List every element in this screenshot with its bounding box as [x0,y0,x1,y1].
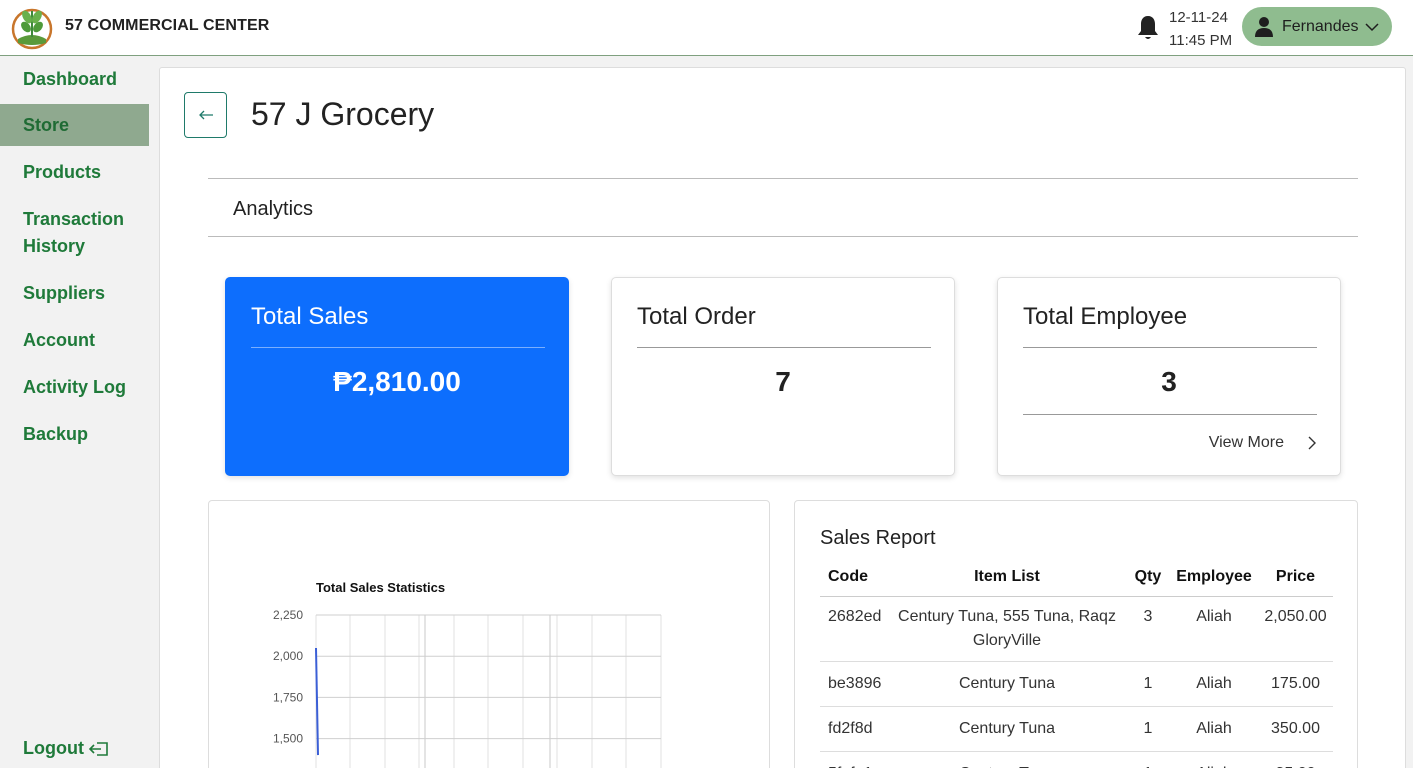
table-header-row: Code Item List Qty Employee Price [820,561,1333,597]
card-divider [637,347,931,348]
sidebar-item-products[interactable]: Products [0,151,149,193]
user-icon [1255,16,1273,37]
sidebar-item-dashboard[interactable]: Dashboard [0,57,149,104]
card-title: Total Sales [251,303,369,330]
divider [208,236,1358,237]
total-order-card: Total Order 7 [611,277,955,476]
sales-report-title: Sales Report [820,527,936,549]
table-row: be3896 Century Tuna 1 Aliah 175.00 [820,661,1333,707]
sidebar-item-transaction-history[interactable]: Transaction History [0,206,149,260]
date-time: 12-11-24 11:45 PM [1169,6,1232,52]
cell-price: 2,050.00 [1258,596,1333,662]
sales-report-table: Code Item List Qty Employee Price 2682ed… [820,561,1333,768]
sidebar-item-store[interactable]: Store [0,104,149,146]
sales-line-chart: Total Sales Statistics 1,500 1,750 2,000 2,2… [273,580,662,768]
total-sales-card: Total Sales ₱2,810.00 [225,277,569,476]
main-panel: 57 J Grocery Analytics Total Sales ₱2,81… [159,67,1406,768]
logout-button[interactable]: Logout [23,738,109,759]
card-divider [1023,347,1317,348]
back-button[interactable] [184,92,227,138]
total-employee-value: 3 [1161,366,1177,397]
cell-qty: 3 [1126,596,1170,662]
cell-code: 5fefa1 [820,751,888,768]
logout-label: Logout [23,738,84,758]
table-row: 2682ed Century Tuna, 555 Tuna, Raqz Glor… [820,596,1333,662]
card-title: Total Employee [1023,303,1188,330]
cell-qty: 1 [1126,751,1170,768]
sidebar-item-suppliers[interactable]: Suppliers [0,272,149,314]
cell-items: Century Tuna [888,751,1126,768]
card-divider [1023,414,1317,415]
cell-qty: 1 [1126,706,1170,752]
y-tick-label: 1,500 [273,732,303,746]
sidebar-item-account[interactable]: Account [0,319,149,361]
y-tick-label: 2,250 [273,608,303,622]
divider [208,178,1358,179]
sidebar: Dashboard Store Products Transaction His… [0,57,149,768]
sales-chart-panel: Total Sales Statistics 1,500 1,750 2,000 2,2… [208,500,770,768]
user-name: Fernandes [1282,17,1359,35]
cell-items: Century Tuna, 555 Tuna, Raqz GloryVille [888,596,1126,662]
cell-price: 175.00 [1258,661,1333,707]
card-divider [251,347,545,348]
card-title: Total Order [637,303,756,330]
cell-price: 350.00 [1258,706,1333,752]
total-order-value: 7 [775,366,791,397]
cell-employee: Aliah [1170,661,1258,707]
view-more-link[interactable]: View More [1209,434,1316,452]
cell-price: 35.00 [1258,751,1333,768]
column-header: Qty [1126,561,1170,597]
tab-analytics[interactable]: Analytics [233,198,313,221]
table-row: fd2f8d Century Tuna 1 Aliah 350.00 [820,706,1333,752]
page-title: 57 J Grocery [251,96,435,132]
cell-qty: 1 [1126,661,1170,707]
cell-items: Century Tuna [888,661,1126,707]
logo-icon [11,8,53,50]
column-header: Code [820,561,888,597]
total-sales-value: ₱2,810.00 [333,366,461,397]
column-header: Price [1258,561,1333,597]
y-tick-label: 2,000 [273,649,303,663]
cell-employee: Aliah [1170,706,1258,752]
column-header: Item List [888,561,1126,597]
cell-employee: Aliah [1170,596,1258,662]
total-employee-card: Total Employee 3 View More [997,277,1341,476]
bell-icon[interactable] [1136,14,1160,42]
cell-employee: Aliah [1170,751,1258,768]
sidebar-item-backup[interactable]: Backup [0,413,149,455]
table-row: 5fefa1 Century Tuna 1 Aliah 35.00 [820,751,1333,768]
column-header: Employee [1170,561,1258,597]
cell-code: fd2f8d [820,706,888,752]
cell-code: be3896 [820,661,888,707]
logout-icon [88,741,108,756]
arrow-left-icon [198,110,213,120]
user-menu-button[interactable]: Fernandes [1242,7,1392,46]
current-date: 12-11-24 [1169,9,1228,26]
cell-code: 2682ed [820,596,888,662]
chart-title: Total Sales Statistics [316,580,445,595]
chevron-right-icon [1308,436,1316,450]
sales-report-panel: Sales Report Code Item List Qty Employee… [794,500,1358,768]
sidebar-item-activity-log[interactable]: Activity Log [0,366,149,408]
y-tick-label: 1,750 [273,690,303,704]
brand-name: 57 COMMERCIAL CENTER [65,17,270,34]
cell-items: Century Tuna [888,706,1126,752]
top-bar: 57 COMMERCIAL CENTER 12-11-24 11:45 PM F… [0,0,1413,56]
view-more-label: View More [1208,434,1284,451]
current-time: 11:45 PM [1169,32,1233,49]
chevron-down-icon [1364,22,1379,31]
